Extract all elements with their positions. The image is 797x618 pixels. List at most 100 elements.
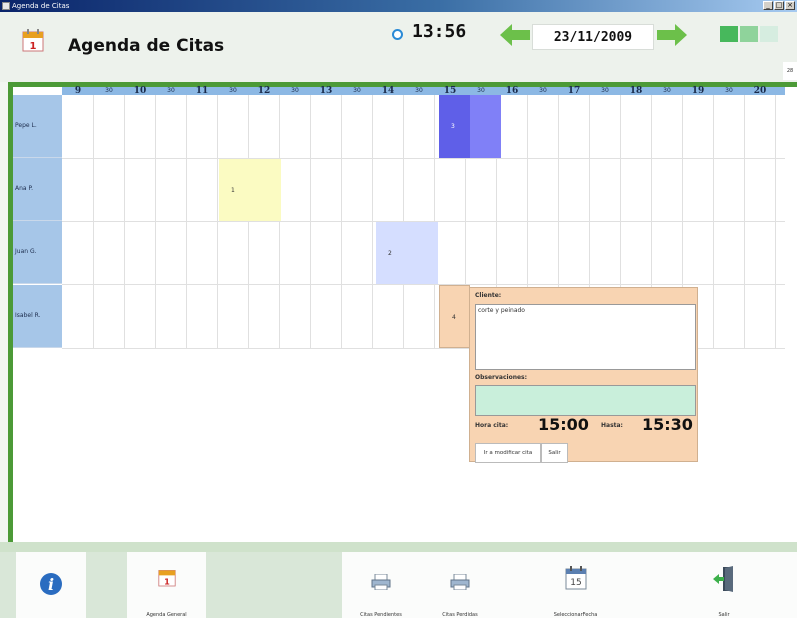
seleccionar-fecha-label: SeleccionarFecha [553,612,598,618]
appointment-number: 2 [388,250,392,257]
appointment-number: 3 [451,123,455,130]
grid-line [186,95,187,349]
time-tick: 30 [601,87,609,94]
appointment-block[interactable]: 1 [219,159,281,221]
time-tick: 30 [539,87,547,94]
grid-line [713,95,714,349]
previous-day-arrow-icon[interactable] [500,24,530,46]
time-tick: 9 [74,86,82,96]
status-square-icon [740,26,758,42]
time-tick: 12 [257,86,271,96]
date-text: 23/11/2009 [553,30,633,45]
appointment-block[interactable]: 4 [439,285,470,348]
maximize-button[interactable]: □ [774,1,784,10]
salir-label: Salir [718,612,730,618]
person-name: Pepe L. [15,122,37,129]
time-tick: 18 [629,86,643,96]
date-display[interactable]: 23/11/2009 [532,24,654,50]
info-button[interactable]: i [16,552,86,618]
info-icon: i [40,573,62,595]
person-name: Ana P. [15,185,34,192]
svg-text:1: 1 [164,576,170,586]
observaciones-textbox[interactable] [475,385,696,416]
grid-line [341,95,342,349]
time-tick: 10 [133,86,147,96]
agenda-general-label: Agenda General [146,612,187,618]
person-row-label[interactable]: Isabel R. [13,285,62,348]
printer-icon [450,574,470,590]
bottom-toolbar: i 1 Agenda General Citas Pendientes Cita… [0,542,797,618]
calendar-icon: 15 [565,566,586,590]
popup-exit-button[interactable]: Salir [541,443,568,463]
person-name: Isabel R. [15,312,41,319]
status-square-icon [720,26,738,42]
appointment-block[interactable]: 3 [439,95,501,158]
observaciones-label: Observaciones: [475,374,528,381]
time-tick: 30 [291,87,299,94]
citas-perdidas-button[interactable]: Citas Perdidas [420,552,500,618]
cliente-label: Cliente: [475,292,502,299]
appointment-block[interactable]: 2 [376,222,438,284]
time-tick: 11 [195,86,209,96]
citas-pendientes-label: Citas Pendientes [360,612,402,618]
window-title: Agenda de Citas [12,2,70,10]
appointment-number: 4 [452,314,456,321]
appointment-detail-popup: Cliente: corte y peinado Observaciones: … [469,287,698,463]
calendar-icon: 1 [22,29,44,52]
calendar-day: 15 [570,578,581,588]
calendar-icon: 1 [157,570,176,587]
time-tick: 30 [415,87,423,94]
grid-line [372,95,373,349]
time-tick: 14 [381,86,395,96]
time-tick: 15 [443,86,457,96]
side-tag: 28 [783,62,797,80]
close-button[interactable]: × [785,1,795,10]
time-tick: 20 [753,86,767,96]
grid-line [279,95,280,349]
grid-line [744,95,745,349]
person-row-label[interactable]: Pepe L. [13,95,62,158]
svg-text:i: i [48,575,54,594]
grid-line [310,95,311,349]
clock-icon [392,29,403,40]
status-square-icon [760,26,778,42]
page-title: Agenda de Citas [68,36,225,56]
exit-door-icon [713,566,733,592]
time-tick: 30 [353,87,361,94]
current-time: 13:56 [412,21,467,42]
time-tick: 30 [105,87,113,94]
appointment-number: 1 [231,187,235,194]
svg-text:1: 1 [30,41,37,52]
time-tick: 30 [725,87,733,94]
time-tick: 30 [477,87,485,94]
grid-line [93,95,94,349]
next-day-arrow-icon[interactable] [657,24,687,46]
time-tick: 17 [567,86,581,96]
app-icon [2,2,10,10]
grid-line [248,95,249,349]
person-name: Juan G. [15,248,37,255]
agenda-general-button[interactable]: 1 Agenda General [127,552,206,618]
citas-pendientes-button[interactable]: Citas Pendientes [342,552,420,618]
hasta-value: 15:30 [642,415,693,434]
person-row-label[interactable]: Juan G. [13,221,62,284]
modify-appointment-button[interactable]: Ir a modificar cita [475,443,541,463]
hasta-label: Hasta: [601,422,623,429]
window-titlebar: Agenda de Citas _ □ × [0,0,797,12]
time-tick: 30 [663,87,671,94]
citas-perdidas-label: Citas Perdidas [442,612,478,618]
time-header: 9 30 10 30 11 30 12 30 13 30 14 30 15 30… [62,86,785,96]
hora-cita-label: Hora cita: [475,422,509,429]
person-row-label[interactable]: Ana P. [13,158,62,221]
time-tick: 30 [167,87,175,94]
grid-line [124,95,125,349]
time-tick: 19 [691,86,705,96]
hora-cita-value: 15:00 [538,415,589,434]
cliente-textbox[interactable]: corte y peinado [475,304,696,370]
minimize-button[interactable]: _ [763,1,773,10]
salir-button[interactable]: Salir [651,552,797,618]
seleccionar-fecha-button[interactable]: 15 SeleccionarFecha [500,552,651,618]
header: 1 Agenda de Citas 13:56 23/11/2009 28 [0,12,797,82]
printer-icon [371,574,391,590]
time-tick: 13 [319,86,333,96]
